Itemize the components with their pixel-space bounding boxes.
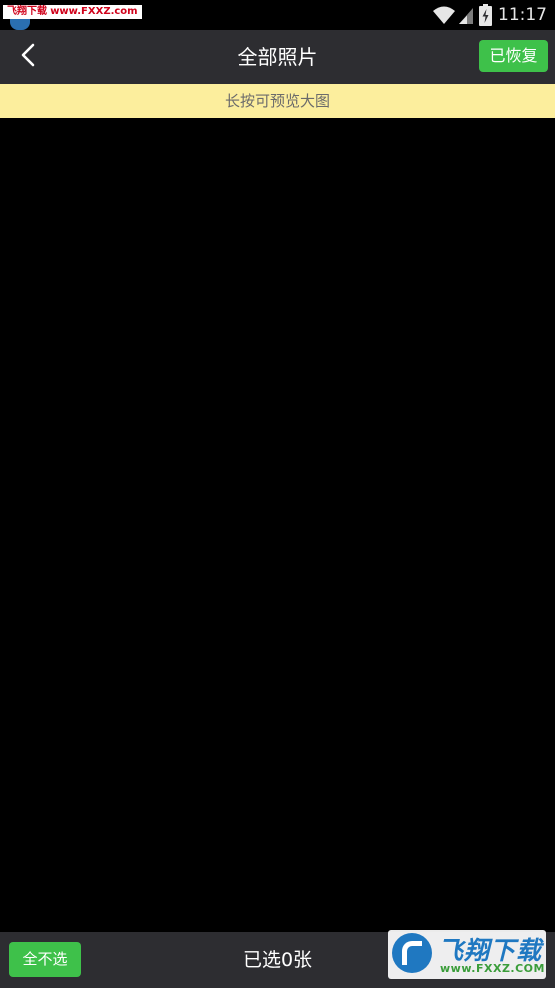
restored-button[interactable]: 已恢复 (479, 40, 548, 72)
wifi-icon (432, 5, 456, 25)
status-time: 11:17 (498, 5, 547, 25)
photo-grid[interactable] (0, 118, 555, 932)
watermark-top-text-cn: 飞翔下载 (7, 6, 47, 17)
screen: 飞翔下载 www.FXXZ.com 11:17 全部照片 已恢复 长按可预览大图… (0, 0, 555, 988)
page-title: 全部照片 (237, 45, 318, 69)
hint-banner: 长按可预览大图 (0, 84, 555, 118)
status-icons: 11:17 (432, 3, 547, 27)
bottom-bar: 全不选 已选0张 飞翔下载 www.FXXZ.COM (0, 930, 555, 988)
watermark-url: www.FXXZ.COM (440, 962, 545, 975)
header-bar: 全部照片 已恢复 (0, 30, 555, 84)
watermark-logo-icon (392, 933, 432, 973)
battery-charging-icon (479, 4, 492, 26)
watermark-top-text-url: www.FXXZ.com (50, 6, 138, 17)
status-bar: 飞翔下载 www.FXXZ.com 11:17 (0, 0, 555, 30)
signal-icon (458, 5, 474, 25)
watermark-bottom: 飞翔下载 www.FXXZ.COM (388, 930, 546, 979)
app-notification-icon (10, 19, 30, 30)
watermark-top: 飞翔下载 www.FXXZ.com (3, 5, 142, 19)
